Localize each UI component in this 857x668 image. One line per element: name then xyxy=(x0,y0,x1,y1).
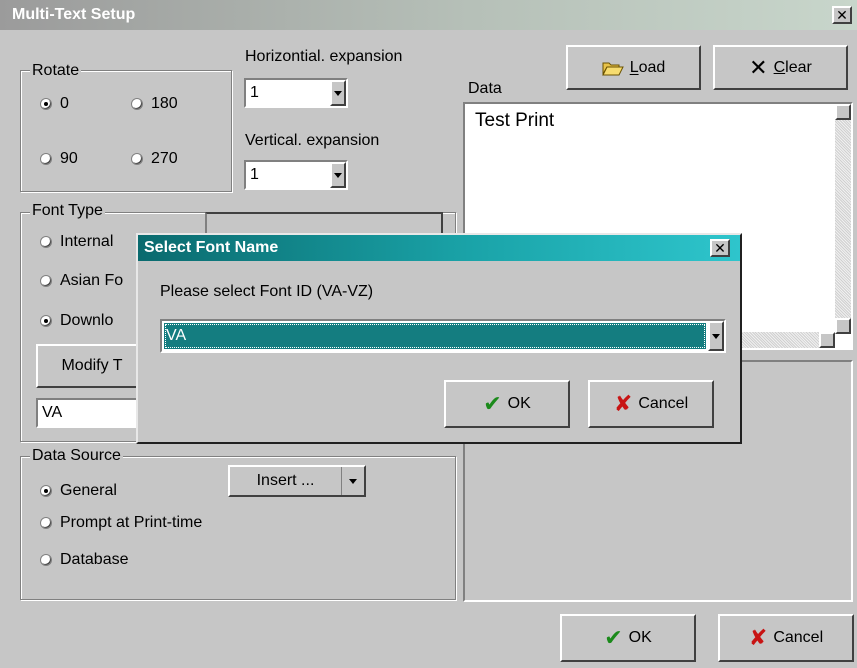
rotate-option-label: 180 xyxy=(151,95,178,112)
window-title-bar: Multi-Text Setup ✕ xyxy=(0,0,857,30)
vertical-expansion-label: Vertical. expansion xyxy=(245,132,380,149)
window-close-button[interactable]: ✕ xyxy=(832,6,852,24)
font-type-legend: Font Type xyxy=(30,202,105,220)
chevron-down-icon xyxy=(349,478,357,484)
scroll-right-button[interactable] xyxy=(819,332,835,348)
select-font-dialog: Select Font Name ✕ Please select Font ID… xyxy=(136,233,742,444)
insert-arrow[interactable] xyxy=(342,467,364,495)
chevron-down-icon xyxy=(334,90,342,96)
dialog-title: Select Font Name xyxy=(144,239,279,256)
dropdown-arrow[interactable] xyxy=(330,80,346,106)
load-button[interactable]: Load xyxy=(566,45,701,90)
data-source-database[interactable]: Database xyxy=(40,551,129,569)
radio-icon xyxy=(40,485,52,497)
rotate-group xyxy=(20,70,232,192)
font-id-selected: VA xyxy=(164,323,706,349)
check-icon: ✔ xyxy=(483,391,502,416)
clear-label: Clear xyxy=(773,58,812,76)
chevron-down-icon xyxy=(334,172,342,178)
radio-icon xyxy=(40,315,52,327)
data-label: Data xyxy=(468,80,502,97)
dialog-ok-button[interactable]: ✔ OK xyxy=(444,380,570,428)
radio-icon xyxy=(40,153,52,165)
scroll-down-button[interactable] xyxy=(835,318,851,334)
radio-icon xyxy=(40,275,52,287)
dialog-cancel-button[interactable]: ✘ Cancel xyxy=(588,380,714,428)
rotate-option-label: 0 xyxy=(60,95,69,112)
dropdown-arrow[interactable] xyxy=(330,162,346,188)
font-type-asian[interactable]: Asian Fo xyxy=(40,272,123,290)
data-text: Test Print xyxy=(475,110,555,131)
horizontal-expansion-select[interactable]: 1 xyxy=(244,78,348,108)
font-id-input[interactable]: VA xyxy=(36,398,148,428)
folder-open-icon xyxy=(601,62,624,76)
vertical-expansion-value: 1 xyxy=(250,166,259,183)
footer-ok-label: OK xyxy=(628,629,652,646)
font-id-value: VA xyxy=(42,404,63,421)
footer-cancel-label: Cancel xyxy=(773,629,824,646)
insert-button[interactable]: Insert ... xyxy=(230,467,342,495)
dialog-cancel-label: Cancel xyxy=(638,395,689,412)
data-source-prompt[interactable]: Prompt at Print-time xyxy=(40,514,202,532)
data-source-option-label: Prompt at Print-time xyxy=(60,514,203,531)
font-type-internal[interactable]: Internal xyxy=(40,233,113,251)
insert-label: Insert ... xyxy=(256,472,315,489)
font-type-option-label: Internal xyxy=(60,233,114,250)
data-source-legend: Data Source xyxy=(30,447,123,465)
window-title: Multi-Text Setup xyxy=(12,6,136,23)
data-source-option-label: General xyxy=(60,482,117,499)
font-id-selected-value: VA xyxy=(166,327,187,344)
chevron-down-icon xyxy=(712,333,720,339)
insert-dropdown[interactable]: Insert ... xyxy=(228,465,366,497)
radio-icon xyxy=(131,98,143,110)
modify-button[interactable]: Modify T xyxy=(36,344,148,388)
horizontal-expansion-label: Horizontial. expansion xyxy=(245,48,403,65)
scroll-up-button[interactable] xyxy=(835,104,851,120)
dialog-title-bar: Select Font Name ✕ xyxy=(138,235,740,261)
rotate-option-label: 90 xyxy=(60,150,78,167)
font-type-option-label: Downlo xyxy=(60,312,114,329)
rotate-option-90[interactable]: 90 xyxy=(40,150,78,168)
rotate-option-270[interactable]: 270 xyxy=(131,150,178,168)
footer-ok-button[interactable]: ✔ OK xyxy=(560,614,696,662)
rotate-option-label: 270 xyxy=(151,150,178,167)
data-source-option-label: Database xyxy=(60,551,129,568)
dialog-close-button[interactable]: ✕ xyxy=(710,239,730,257)
clear-button[interactable]: ✕ Clear xyxy=(713,45,848,90)
radio-icon xyxy=(40,236,52,248)
rotate-legend: Rotate xyxy=(30,62,82,80)
font-name-box xyxy=(205,212,443,234)
radio-icon xyxy=(40,517,52,529)
vertical-expansion-select[interactable]: 1 xyxy=(244,160,348,190)
footer-cancel-button[interactable]: ✘ Cancel xyxy=(718,614,854,662)
radio-icon xyxy=(40,98,52,110)
dropdown-arrow[interactable] xyxy=(708,321,724,351)
red-x-icon: ✘ xyxy=(748,625,768,650)
data-scrollbar[interactable] xyxy=(835,104,851,334)
radio-icon xyxy=(40,554,52,566)
rotate-option-0[interactable]: 0 xyxy=(40,95,69,113)
horizontal-expansion-value: 1 xyxy=(250,84,259,101)
dialog-ok-label: OK xyxy=(507,395,531,412)
x-icon: ✕ xyxy=(749,54,768,80)
close-icon: ✕ xyxy=(714,240,726,256)
font-type-option-label: Asian Fo xyxy=(60,272,124,289)
check-icon: ✔ xyxy=(604,625,623,650)
radio-icon xyxy=(131,153,143,165)
modify-label: Modify T xyxy=(61,357,123,374)
dialog-prompt: Please select Font ID (VA-VZ) xyxy=(160,283,374,300)
font-id-select[interactable]: VA xyxy=(160,319,726,353)
load-label: Load xyxy=(629,58,666,76)
font-type-download[interactable]: Downlo xyxy=(40,312,113,330)
close-icon: ✕ xyxy=(836,7,848,23)
red-x-icon: ✘ xyxy=(613,391,633,416)
rotate-option-180[interactable]: 180 xyxy=(131,95,178,113)
data-source-general[interactable]: General xyxy=(40,482,117,500)
